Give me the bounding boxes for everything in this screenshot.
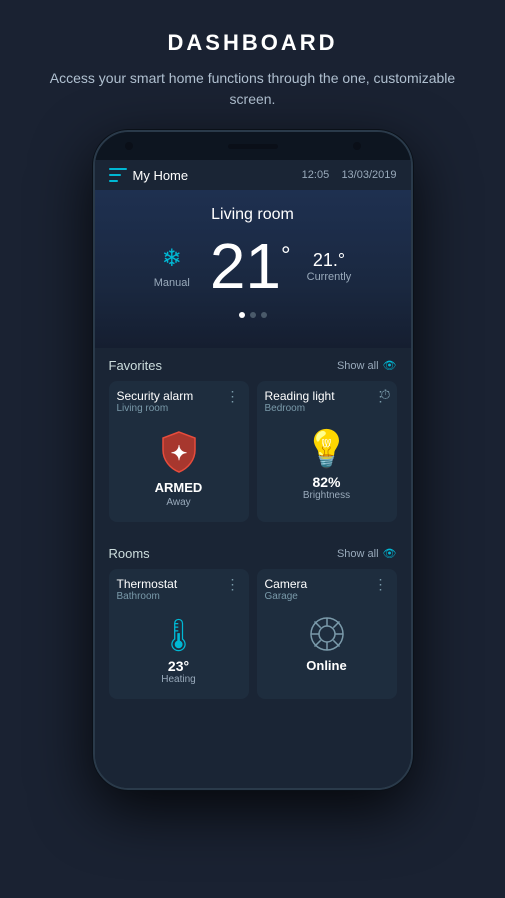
favorites-cards-grid: Security alarm Living room ⋮ ✦ [109, 381, 397, 522]
app-logo-icon [109, 166, 127, 184]
camera-status: Online [306, 658, 346, 673]
security-alarm-status: ARMED [155, 480, 203, 495]
security-alarm-menu[interactable]: ⋮ [226, 389, 241, 403]
camera-aperture-icon [309, 616, 345, 652]
dashboard-title: DASHBOARD [40, 30, 465, 56]
thermostat-menu[interactable]: ⋮ [226, 577, 241, 591]
logo-line-3 [109, 180, 118, 182]
phone-camera-right [353, 142, 361, 150]
manual-mode-icon: ❄ [162, 244, 182, 273]
thermometer-icon: 🌡 [158, 616, 199, 654]
camera-title-block: Camera Garage [265, 577, 308, 602]
hero-dot-2[interactable] [250, 312, 256, 318]
phone-top-bar [95, 132, 411, 160]
header-section: DASHBOARD Access your smart home functio… [0, 0, 505, 130]
camera-header: Camera Garage ⋮ [257, 569, 397, 606]
thermostat-subtitle: Bathroom [117, 591, 178, 602]
reading-light-header: Reading light Bedroom ⋮ [257, 381, 397, 418]
camera-body: Online [257, 606, 397, 687]
security-alarm-card[interactable]: Security alarm Living room ⋮ ✦ [109, 381, 249, 522]
reading-light-subtitle: Bedroom [265, 403, 335, 414]
phone-speaker [228, 144, 278, 149]
logo-line-2 [109, 174, 122, 176]
security-alarm-title: Security alarm [117, 389, 194, 403]
reading-light-title: Reading light [265, 389, 335, 403]
rooms-show-all[interactable]: Show all 👁 [337, 547, 397, 560]
status-bar-datetime: 12:05 13/03/2019 [302, 169, 397, 181]
hero-temperature: 21 [210, 234, 281, 298]
reading-light-sublabel: Brightness [303, 490, 350, 501]
security-alarm-header: Security alarm Living room ⋮ [109, 381, 249, 418]
hero-degree: ° [281, 244, 291, 268]
reading-light-title-block: Reading light Bedroom [265, 389, 335, 414]
thermostat-title: Thermostat [117, 577, 178, 591]
favorites-show-all-label: Show all [337, 360, 379, 372]
reading-light-body: 💡 82% Brightness [257, 418, 397, 515]
status-bar: My Home 12:05 13/03/2019 [95, 160, 411, 190]
phone-camera-left [125, 142, 133, 150]
camera-card[interactable]: Camera Garage ⋮ [257, 569, 397, 699]
security-alarm-sublabel: Away [166, 497, 190, 508]
svg-text:✦: ✦ [170, 443, 187, 465]
shield-icon-container: ✦ [155, 428, 203, 476]
rooms-title: Rooms [109, 546, 150, 561]
rooms-eye-icon: 👁 [383, 547, 397, 560]
security-alarm-title-block: Security alarm Living room [117, 389, 194, 414]
hero-current-label: Currently [307, 271, 352, 283]
thermostat-header: Thermostat Bathroom ⋮ [109, 569, 249, 606]
hero-mode-label: Manual [154, 277, 190, 289]
status-time: 12:05 [302, 169, 330, 181]
camera-menu[interactable]: ⋮ [374, 577, 389, 591]
favorites-show-all[interactable]: Show all 👁 [337, 359, 397, 372]
hero-dot-1[interactable] [239, 312, 245, 318]
eye-icon: 👁 [383, 359, 397, 372]
hero-right-panel: 21.° Currently [307, 250, 352, 283]
hero-dot-3[interactable] [261, 312, 267, 318]
hero-card: Living room ❄ Manual 21 ° 21.° Currently [95, 190, 411, 348]
rooms-section: Rooms Show all 👁 Thermostat Bathroom ⋮ [95, 536, 411, 713]
logo-line-1 [109, 168, 127, 170]
status-bar-left: My Home [109, 166, 189, 184]
hero-temp-row: ❄ Manual 21 ° 21.° Currently [115, 234, 391, 298]
favorites-title: Favorites [109, 358, 162, 373]
phone-mockup: My Home 12:05 13/03/2019 Living room ❄ M… [93, 130, 413, 790]
favorites-section: Favorites Show all 👁 Security alarm Livi… [95, 348, 411, 536]
security-alarm-body: ✦ ARMED Away [109, 418, 249, 522]
rooms-cards-grid: Thermostat Bathroom ⋮ 🌡 23° Heating [109, 569, 397, 699]
camera-subtitle: Garage [265, 591, 308, 602]
security-alarm-subtitle: Living room [117, 403, 194, 414]
thermostat-sublabel: Heating [161, 674, 195, 685]
hero-room-name: Living room [115, 206, 391, 224]
bulb-icon: 💡 [304, 428, 349, 470]
thermostat-temp: 23° [168, 658, 189, 674]
hero-temp-display: 21 ° [210, 234, 291, 298]
app-name: My Home [133, 168, 189, 183]
camera-title: Camera [265, 577, 308, 591]
thermostat-body: 🌡 23° Heating [109, 606, 249, 699]
thermostat-card[interactable]: Thermostat Bathroom ⋮ 🌡 23° Heating [109, 569, 249, 699]
timer-icon: ⏱ [380, 387, 390, 403]
reading-light-card[interactable]: Reading light Bedroom ⋮ ⏱ 💡 82% Brightne… [257, 381, 397, 522]
dashboard-subtitle: Access your smart home functions through… [40, 68, 465, 110]
status-date: 13/03/2019 [341, 169, 396, 181]
rooms-header: Rooms Show all 👁 [109, 546, 397, 561]
hero-left-panel: ❄ Manual [154, 244, 190, 289]
hero-dots [115, 312, 391, 318]
reading-light-status: 82% [312, 474, 340, 490]
hero-current-temp: 21.° [313, 250, 345, 271]
shield-icon: ✦ [155, 428, 203, 476]
favorites-header: Favorites Show all 👁 [109, 358, 397, 373]
rooms-show-all-label: Show all [337, 548, 379, 560]
app-screen: My Home 12:05 13/03/2019 Living room ❄ M… [95, 160, 411, 788]
thermostat-title-block: Thermostat Bathroom [117, 577, 178, 602]
